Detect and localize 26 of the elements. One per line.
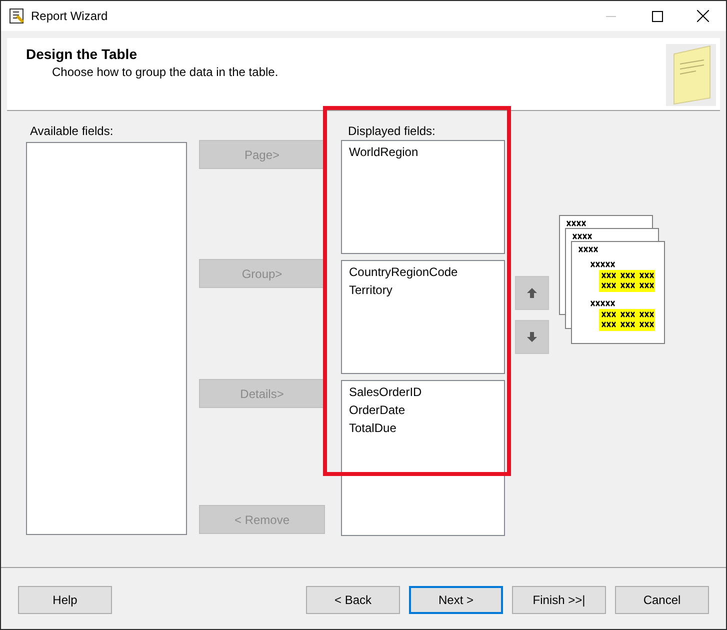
available-fields-list[interactable]: [26, 142, 187, 535]
dialog-button[interactable]: Cancel: [615, 586, 709, 614]
window-title: Report Wizard: [31, 9, 109, 23]
arrow-down-icon: [527, 332, 537, 342]
displayed-fields-label: Displayed fields:: [348, 124, 436, 138]
field-item[interactable]: SalesOrderID: [349, 385, 497, 399]
dialog-button[interactable]: Next >: [409, 586, 503, 614]
move-up-button[interactable]: [515, 276, 549, 310]
group-fields-list[interactable]: CountryRegionCode Territory: [341, 260, 505, 374]
arrow-up-icon: [527, 288, 537, 298]
page-subtitle: Choose how to group the data in the table.: [52, 65, 280, 79]
page-title: Design the Table: [26, 46, 138, 62]
field-item[interactable]: Territory: [349, 283, 497, 297]
field-item[interactable]: OrderDate: [349, 403, 497, 417]
field-item[interactable]: TotalDue: [349, 421, 497, 435]
details-fields-list[interactable]: SalesOrderID OrderDate TotalDue: [341, 380, 505, 536]
dialog-button[interactable]: < Back: [306, 586, 400, 614]
field-item[interactable]: CountryRegionCode: [349, 265, 497, 279]
field-item[interactable]: WorldRegion: [349, 145, 497, 159]
app-icon: [9, 8, 25, 24]
move-down-button[interactable]: [515, 320, 549, 354]
document-icon: [666, 44, 716, 106]
dialog-button[interactable]: Help: [18, 586, 112, 614]
dialog-button[interactable]: Finish >>|: [512, 586, 606, 614]
available-fields-label: Available fields:: [30, 124, 114, 140]
page-fields-list[interactable]: WorldRegion: [341, 140, 505, 254]
